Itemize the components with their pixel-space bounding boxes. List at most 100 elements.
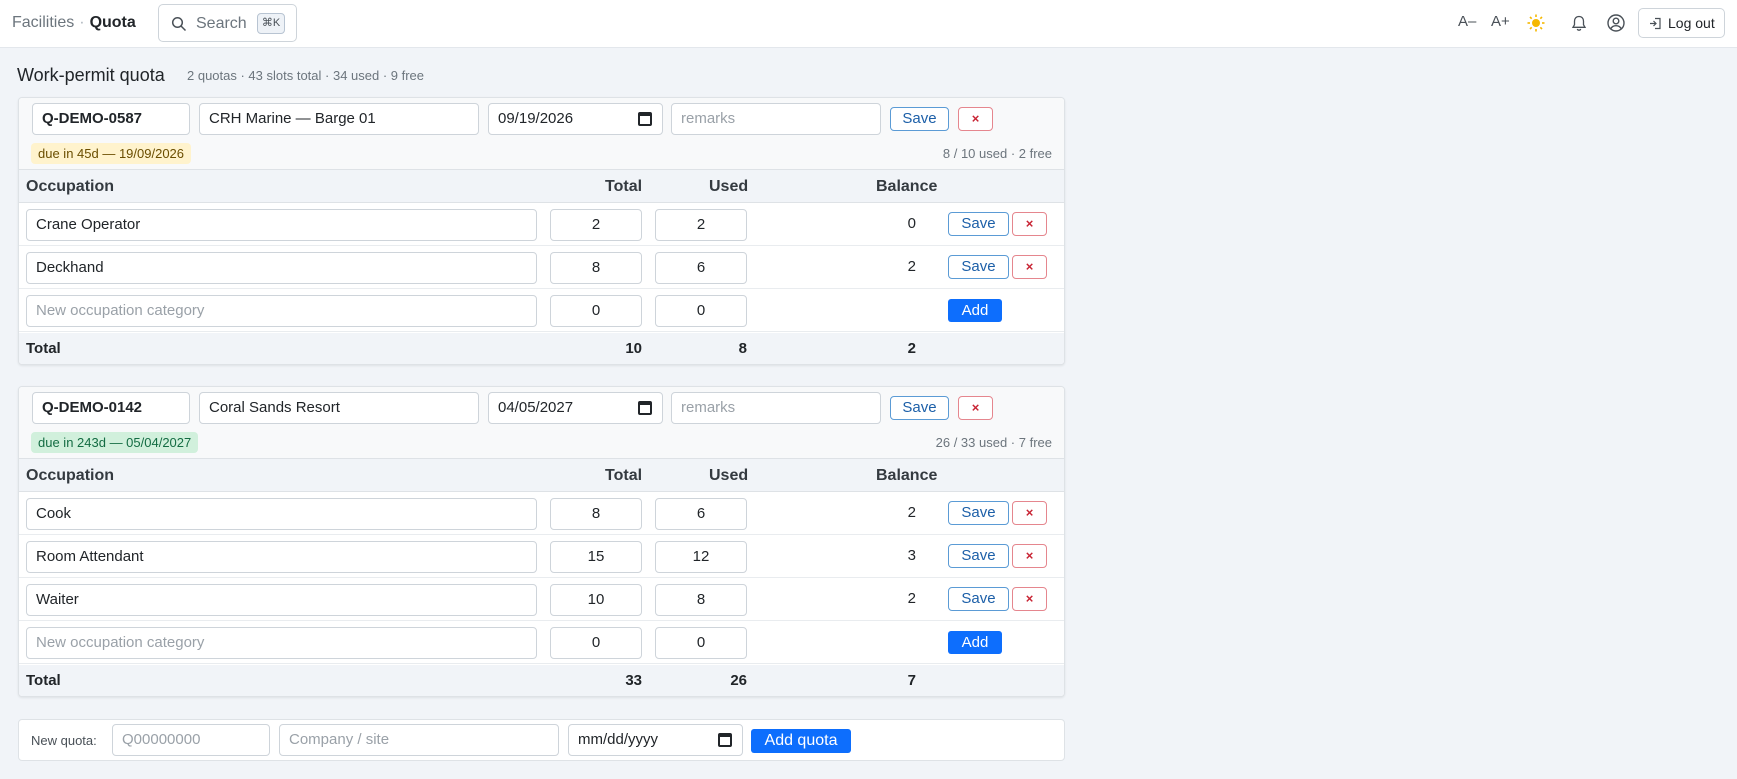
new-used-input[interactable]: 0 bbox=[655, 627, 747, 659]
calendar-icon[interactable] bbox=[638, 112, 652, 126]
used-input[interactable]: 8 bbox=[655, 584, 747, 616]
breadcrumb-separator: · bbox=[79, 14, 85, 31]
new-total-input[interactable]: 0 bbox=[550, 295, 642, 327]
total-input[interactable]: 10 bbox=[550, 584, 642, 616]
logout-button[interactable]: Log out bbox=[1638, 8, 1725, 38]
delete-row-button[interactable]: × bbox=[1012, 501, 1047, 525]
occupation-input[interactable]: Crane Operator bbox=[26, 209, 537, 241]
total-input[interactable]: 8 bbox=[550, 252, 642, 284]
used-input[interactable]: 6 bbox=[655, 252, 747, 284]
col-balance: Balance bbox=[876, 178, 938, 195]
totals-row: Total 10 8 2 bbox=[19, 333, 1064, 364]
quota-card: Q-DEMO-0587 CRH Marine — Barge 01 09/19/… bbox=[18, 97, 1065, 365]
used-input[interactable]: 12 bbox=[655, 541, 747, 573]
save-row-button[interactable]: Save bbox=[948, 544, 1009, 568]
new-used-input[interactable]: 0 bbox=[655, 295, 747, 327]
add-row-button[interactable]: Add bbox=[948, 299, 1002, 322]
calendar-icon[interactable] bbox=[638, 401, 652, 415]
search-icon bbox=[171, 16, 187, 32]
table-row: Deckhand 8 6 2 Save × bbox=[19, 246, 1064, 289]
table-header: Occupation Total Used Balance bbox=[19, 170, 1064, 203]
delete-row-button[interactable]: × bbox=[1012, 544, 1047, 568]
balance-value: 2 bbox=[907, 504, 916, 521]
expiry-date-input[interactable]: 04/05/2027 bbox=[488, 392, 663, 424]
account-icon[interactable] bbox=[1607, 14, 1625, 32]
totals-label: Total bbox=[26, 672, 61, 689]
delete-row-button[interactable]: × bbox=[1012, 255, 1047, 279]
delete-row-button[interactable]: × bbox=[1012, 587, 1047, 611]
quota-usage: 26 / 33 used · 7 free bbox=[935, 435, 1052, 450]
total-input[interactable]: 2 bbox=[550, 209, 642, 241]
bell-icon[interactable] bbox=[1571, 15, 1587, 32]
new-quota-id-input[interactable]: Q00000000 bbox=[112, 724, 270, 756]
occupation-input[interactable]: Waiter bbox=[26, 584, 537, 616]
new-quota-form: New quota: Q00000000 Company / site mm/d… bbox=[18, 719, 1065, 761]
col-total: Total bbox=[605, 178, 643, 195]
add-quota-button[interactable]: Add quota bbox=[751, 729, 851, 753]
quota-usage: 8 / 10 used · 2 free bbox=[942, 146, 1052, 161]
remarks-input[interactable]: remarks bbox=[671, 103, 881, 135]
new-occupation-input[interactable]: New occupation category bbox=[26, 295, 537, 327]
company-input[interactable]: CRH Marine — Barge 01 bbox=[199, 103, 479, 135]
col-occupation: Occupation bbox=[26, 467, 115, 484]
delete-quota-button[interactable]: × bbox=[958, 107, 993, 131]
total-input[interactable]: 15 bbox=[550, 541, 642, 573]
occupation-input[interactable]: Deckhand bbox=[26, 252, 537, 284]
new-occupation-input[interactable]: New occupation category bbox=[26, 627, 537, 659]
new-quota-label: New quota: bbox=[31, 733, 97, 748]
due-badge: due in 243d — 05/04/2027 bbox=[31, 432, 199, 453]
new-row: New occupation category 0 0 Add bbox=[19, 289, 1064, 332]
balance-value: 3 bbox=[907, 547, 916, 564]
totals-balance: 2 bbox=[907, 340, 916, 357]
search-label: Search bbox=[196, 15, 247, 32]
col-balance: Balance bbox=[876, 467, 938, 484]
search-button[interactable]: Search ⌘K bbox=[158, 4, 297, 42]
used-input[interactable]: 2 bbox=[655, 209, 747, 241]
totals-total: 10 bbox=[625, 340, 642, 357]
save-row-button[interactable]: Save bbox=[948, 501, 1009, 525]
totals-label: Total bbox=[26, 340, 61, 357]
occupation-input[interactable]: Room Attendant bbox=[26, 541, 537, 573]
remarks-input[interactable]: remarks bbox=[671, 392, 881, 424]
totals-row: Total 33 26 7 bbox=[19, 665, 1064, 696]
quota-header: Q-DEMO-0142 Coral Sands Resort 04/05/202… bbox=[19, 387, 1064, 459]
expiry-date-value: 04/05/2027 bbox=[498, 399, 574, 416]
breadcrumb: Facilities · Quota bbox=[12, 14, 136, 32]
total-input[interactable]: 8 bbox=[550, 498, 642, 530]
used-input[interactable]: 6 bbox=[655, 498, 747, 530]
col-occupation: Occupation bbox=[26, 178, 115, 195]
save-row-button[interactable]: Save bbox=[948, 255, 1009, 279]
table-row: Waiter 10 8 2 Save × bbox=[19, 578, 1064, 621]
totals-total: 33 bbox=[625, 672, 642, 689]
quota-id-input[interactable]: Q-DEMO-0142 bbox=[32, 392, 190, 424]
save-quota-button[interactable]: Save bbox=[890, 396, 949, 420]
new-date-placeholder: mm/dd/yyyy bbox=[578, 731, 659, 748]
breadcrumb-facilities[interactable]: Facilities bbox=[12, 14, 74, 31]
new-date-input[interactable]: mm/dd/yyyy bbox=[568, 724, 743, 756]
company-input[interactable]: Coral Sands Resort bbox=[199, 392, 479, 424]
totals-used: 8 bbox=[738, 340, 747, 357]
save-row-button[interactable]: Save bbox=[948, 587, 1009, 611]
delete-row-button[interactable]: × bbox=[1012, 212, 1047, 236]
font-smaller-button[interactable]: A– bbox=[1458, 13, 1476, 30]
sun-icon[interactable] bbox=[1527, 14, 1545, 32]
new-company-input[interactable]: Company / site bbox=[279, 724, 559, 756]
balance-value: 2 bbox=[907, 590, 916, 607]
calendar-icon[interactable] bbox=[718, 733, 732, 747]
totals-used: 26 bbox=[730, 672, 747, 689]
balance-value: 2 bbox=[907, 258, 916, 275]
quota-id-input[interactable]: Q-DEMO-0587 bbox=[32, 103, 190, 135]
col-used: Used bbox=[709, 467, 749, 484]
new-total-input[interactable]: 0 bbox=[550, 627, 642, 659]
logout-icon bbox=[1650, 17, 1661, 30]
occupation-input[interactable]: Cook bbox=[26, 498, 537, 530]
save-quota-button[interactable]: Save bbox=[890, 107, 949, 131]
save-row-button[interactable]: Save bbox=[948, 212, 1009, 236]
delete-quota-button[interactable]: × bbox=[958, 396, 993, 420]
top-bar: Facilities · Quota Search ⌘K A– A+ Log out bbox=[0, 0, 1737, 48]
add-row-button[interactable]: Add bbox=[948, 631, 1002, 654]
font-larger-button[interactable]: A+ bbox=[1491, 13, 1510, 30]
expiry-date-input[interactable]: 09/19/2026 bbox=[488, 103, 663, 135]
balance-value: 0 bbox=[907, 215, 916, 232]
table-row: Crane Operator 2 2 0 Save × bbox=[19, 203, 1064, 246]
